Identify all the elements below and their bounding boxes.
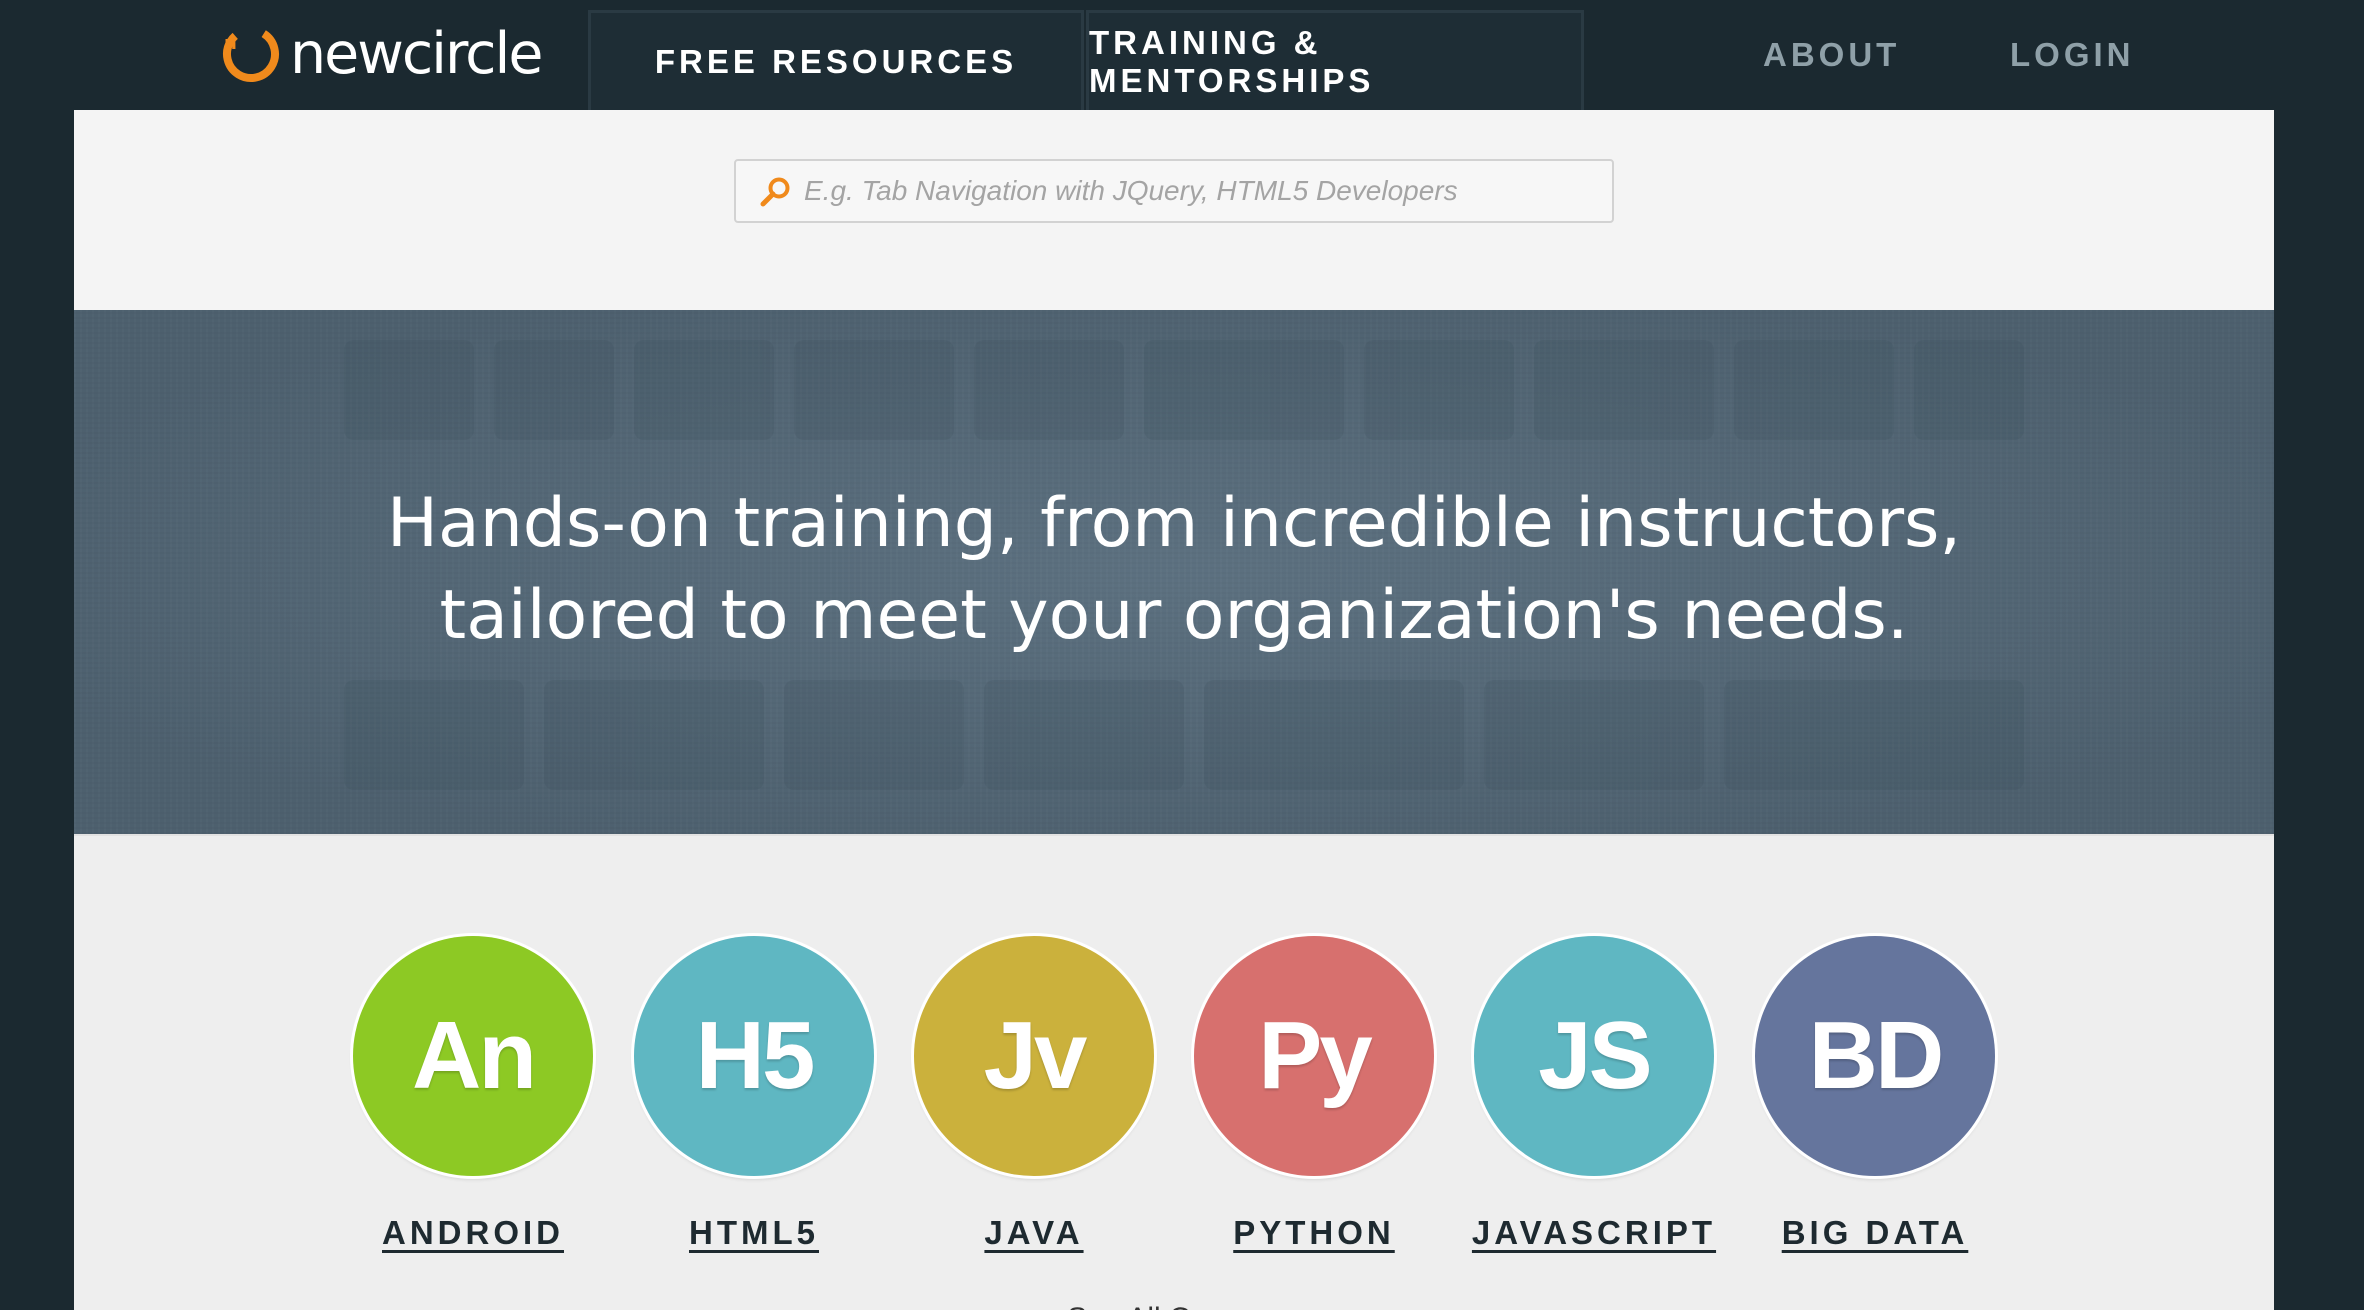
hero-headline-line-2: tailored to meet your organization's nee…: [439, 576, 1909, 655]
course-badge-html5[interactable]: H5: [634, 936, 874, 1176]
hero-headline: Hands-on training, from incredible instr…: [74, 478, 2274, 662]
nav-login[interactable]: LOGIN: [2010, 36, 2135, 74]
course-link-javascript[interactable]: JAVASCRIPT: [1472, 1214, 1716, 1252]
course-big-data[interactable]: BD BIG DATA: [1735, 936, 2015, 1252]
hero-headline-line-1: Hands-on training, from incredible instr…: [386, 484, 1962, 563]
search-box[interactable]: [734, 159, 1614, 223]
svg-text:n: n: [224, 33, 237, 54]
search-input[interactable]: [798, 163, 1612, 219]
hero-banner: Hands-on training, from incredible instr…: [74, 310, 2274, 834]
course-python[interactable]: Py PYTHON: [1174, 936, 1454, 1252]
nav-training-mentorships[interactable]: TRAINING & MENTORSHIPS: [1086, 10, 1584, 110]
course-link-android[interactable]: ANDROID: [382, 1214, 564, 1252]
nav-free-resources[interactable]: FREE RESOURCES: [588, 10, 1084, 110]
course-link-html5[interactable]: HTML5: [689, 1214, 819, 1252]
course-java[interactable]: Jv JAVA: [894, 936, 1174, 1252]
course-badge-android[interactable]: An: [353, 936, 593, 1176]
course-badge-java[interactable]: Jv: [914, 936, 1154, 1176]
course-badge-big-data[interactable]: BD: [1755, 936, 1995, 1176]
top-navigation: n newcircle FREE RESOURCES TRAINING & ME…: [0, 0, 2364, 110]
search-icon: [760, 177, 790, 207]
nav-about[interactable]: ABOUT: [1763, 36, 1900, 74]
course-html5[interactable]: H5 HTML5: [614, 936, 894, 1252]
search-section: [74, 110, 2274, 310]
course-badge-python[interactable]: Py: [1194, 936, 1434, 1176]
course-categories: An ANDROID H5 HTML5 Jv JAVA Py PYTHON JS…: [74, 834, 2274, 1310]
course-link-big-data[interactable]: BIG DATA: [1782, 1214, 1969, 1252]
logo-wordmark: newcircle: [290, 20, 543, 87]
course-link-java[interactable]: JAVA: [984, 1214, 1083, 1252]
course-android[interactable]: An ANDROID: [333, 936, 613, 1252]
course-javascript[interactable]: JS JAVASCRIPT: [1454, 936, 1734, 1252]
course-link-python[interactable]: PYTHON: [1233, 1214, 1395, 1252]
course-badge-javascript[interactable]: JS: [1474, 936, 1714, 1176]
main-panel: Hands-on training, from incredible instr…: [74, 110, 2274, 1310]
newcircle-logo[interactable]: n newcircle: [218, 14, 543, 94]
see-all-courses-link[interactable]: See All Courses: [74, 1302, 2274, 1310]
newcircle-logo-icon: n: [223, 26, 279, 82]
